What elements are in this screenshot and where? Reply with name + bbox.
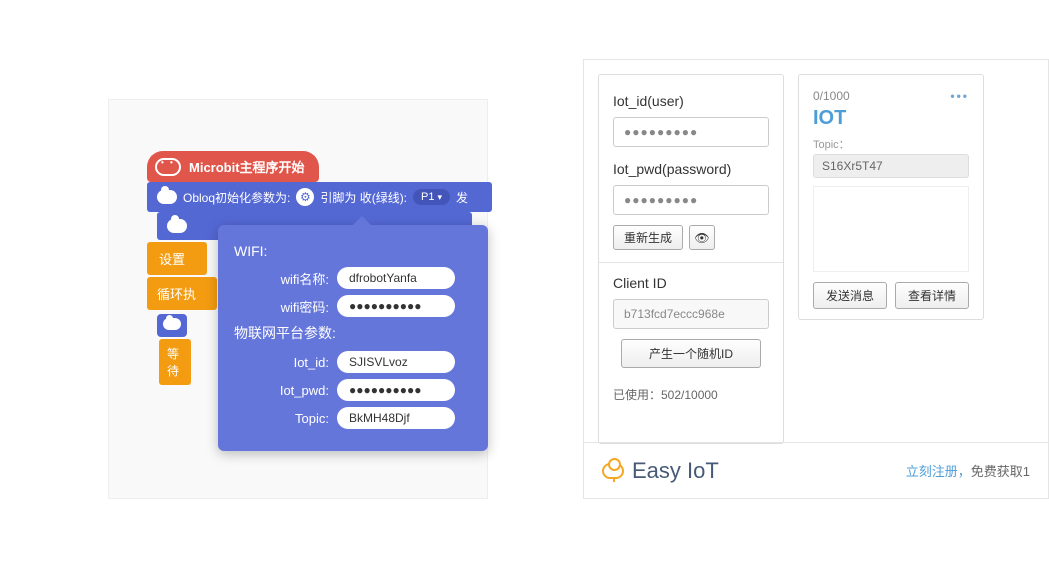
message-area xyxy=(813,186,969,272)
iot-pwd-row: Iot_pwd: xyxy=(234,379,472,401)
toggle-visibility-button[interactable]: 👁 xyxy=(689,225,715,250)
iot-pwd-label: Iot_pwd: xyxy=(234,383,329,398)
wifi-name-label: wifi名称: xyxy=(234,269,329,288)
regenerate-button[interactable]: 重新生成 xyxy=(613,225,683,250)
iot-pwd-label: Iot_pwd(password) xyxy=(613,161,769,177)
cloud-icon xyxy=(163,318,181,330)
device-title: IOT xyxy=(813,107,969,130)
obloq-config-popup: WIFI: wifi名称: wifi密码: 物联网平台参数: Iot_id: I… xyxy=(218,225,488,451)
wifi-name-row: wifi名称: xyxy=(234,267,472,289)
client-id-label: Client ID xyxy=(613,275,769,291)
device-topic-value: S16Xr5T47 xyxy=(813,154,969,178)
generate-random-id-button[interactable]: 产生一个随机ID xyxy=(621,339,761,368)
iot-pwd-input[interactable] xyxy=(337,379,455,401)
gear-icon[interactable]: ⚙ xyxy=(296,188,314,206)
loop-label: 循环执 xyxy=(157,287,196,302)
topic-input[interactable] xyxy=(337,407,455,429)
more-menu-icon[interactable]: ••• xyxy=(950,89,969,103)
cloud-icon xyxy=(167,219,187,233)
register-link[interactable]: 立刻注册， xyxy=(906,464,971,479)
iot-id-user-label: Iot_id(user) xyxy=(613,93,769,109)
iot-pwd-field[interactable] xyxy=(613,185,769,215)
device-card: 0/1000 ••• IOT Topic： S16Xr5T47 发送消息 查看详… xyxy=(798,74,984,320)
tx-prefix: 发 xyxy=(456,189,468,206)
credentials-card: Iot_id(user) Iot_pwd(password) 重新生成 👁 Cl… xyxy=(598,74,784,444)
send-message-button[interactable]: 发送消息 xyxy=(813,282,887,309)
wifi-section-title: WIFI: xyxy=(234,243,472,259)
pwd-actions-row: 重新生成 👁 xyxy=(613,225,769,250)
cloud-inner-block[interactable] xyxy=(157,314,187,337)
iot-id-field[interactable] xyxy=(613,117,769,147)
divider xyxy=(599,262,783,263)
easy-iot-panel: Iot_id(user) Iot_pwd(password) 重新生成 👁 Cl… xyxy=(583,59,1049,499)
client-id-value: b713fcd7eccc968e xyxy=(613,299,769,329)
iot-id-label: Iot_id: xyxy=(234,355,329,370)
footer-bar: Easy IoT 立刻注册，免费获取1 xyxy=(584,442,1048,498)
device-topic-label: Topic： xyxy=(813,136,969,152)
eye-icon: 👁 xyxy=(694,231,709,245)
wait-block[interactable]: 等待 xyxy=(159,339,191,385)
wifi-pwd-label: wifi密码: xyxy=(234,297,329,316)
obloq-init-block[interactable]: Obloq初始化参数为: ⚙ 引脚为 收(绿线): P1 发 xyxy=(147,182,492,212)
cloud-logo-icon xyxy=(602,463,624,479)
pin-rx-dropdown[interactable]: P1 xyxy=(413,189,450,205)
hat-label: Microbit主程序开始 xyxy=(189,157,305,176)
topic-row: Topic: xyxy=(234,407,472,429)
footer-links: 立刻注册，免费获取1 xyxy=(906,461,1030,480)
usage-text: 已使用：502/10000 xyxy=(613,386,769,403)
set-block[interactable]: 设置 xyxy=(147,242,207,275)
message-count: 0/1000 xyxy=(813,89,850,103)
obloq-init-label: Obloq初始化参数为: xyxy=(183,189,290,206)
wifi-pwd-input[interactable] xyxy=(337,295,455,317)
wait-label: 等待 xyxy=(167,345,183,379)
set-label: 设置 xyxy=(159,252,185,267)
view-details-button[interactable]: 查看详情 xyxy=(895,282,969,309)
topic-label: Topic: xyxy=(234,411,329,426)
brand-logo: Easy IoT xyxy=(602,458,719,484)
iot-id-row: Iot_id: xyxy=(234,351,472,373)
device-actions: 发送消息 查看详情 xyxy=(813,282,969,309)
iot-id-input[interactable] xyxy=(337,351,455,373)
cloud-icon xyxy=(157,190,177,204)
brand-text: Easy IoT xyxy=(632,458,719,484)
device-header-row: 0/1000 ••• xyxy=(813,89,969,103)
pin-rx-label: 引脚为 收(绿线): xyxy=(320,189,407,206)
wifi-name-input[interactable] xyxy=(337,267,455,289)
register-tail: 免费获取1 xyxy=(971,464,1030,479)
iot-section-title: 物联网平台参数: xyxy=(234,323,472,343)
loop-block[interactable]: 循环执 xyxy=(147,277,217,310)
wifi-pwd-row: wifi密码: xyxy=(234,295,472,317)
microbit-start-hat-block[interactable]: Microbit主程序开始 xyxy=(147,151,319,182)
